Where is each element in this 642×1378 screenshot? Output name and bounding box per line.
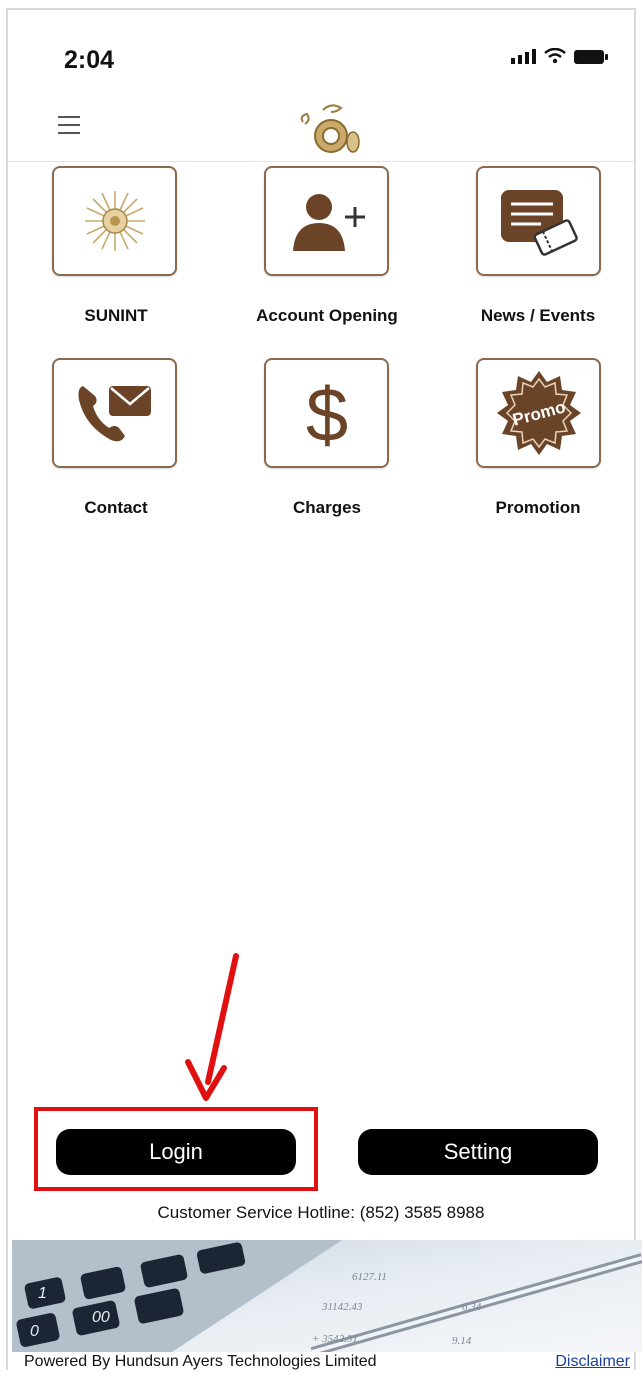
header-divider [8, 161, 634, 162]
add-user-icon [292, 194, 365, 251]
news-events-tile[interactable] [476, 166, 601, 276]
annotation-arrow [185, 953, 239, 1101]
svg-text:$: $ [305, 373, 347, 453]
account-opening-label: Account Opening [256, 306, 398, 325]
hamburger-menu-icon[interactable] [58, 116, 80, 136]
promo-badge-icon: Promo [496, 371, 581, 455]
status-time: 2:04 [64, 46, 115, 74]
calculator-banner-image: 1000 6127.1131142.43 + 3542.316,349.14 [12, 1240, 642, 1352]
disclaimer-link[interactable]: Disclaimer [555, 1353, 630, 1371]
signal-icon [511, 48, 536, 64]
charges-tile[interactable]: $ [264, 358, 389, 468]
svg-text:6,34: 6,34 [462, 1301, 482, 1313]
svg-text:00: 00 [92, 1309, 110, 1326]
promotion-tile[interactable]: Promo [476, 358, 601, 468]
svg-text:9.14: 9.14 [452, 1335, 472, 1347]
svg-text:6127.11: 6127.11 [352, 1271, 387, 1283]
news-ticket-icon [500, 190, 578, 256]
dragon-coin-logo [300, 104, 360, 153]
account-opening-tile[interactable] [264, 166, 389, 276]
status-icons [511, 48, 608, 64]
login-button[interactable]: Login [56, 1129, 296, 1175]
news-events-label: News / Events [480, 306, 596, 325]
sunint-label: SUNINT [84, 306, 148, 325]
contact-label: Contact [84, 498, 148, 517]
wifi-icon [544, 48, 566, 64]
setting-button[interactable]: Setting [358, 1129, 598, 1175]
battery-icon [574, 50, 608, 64]
hotline-text: Customer Service Hotline: (852) 3585 898… [157, 1203, 485, 1222]
svg-text:1: 1 [38, 1285, 47, 1302]
svg-text:+ 3542.31: + 3542.31 [312, 1333, 358, 1345]
contact-tile[interactable] [52, 358, 177, 468]
phone-mail-icon [78, 386, 151, 442]
svg-text:0: 0 [30, 1323, 39, 1340]
sunint-tile[interactable] [52, 166, 177, 276]
powered-by-text: Powered By Hundsun Ayers Technologies Li… [24, 1353, 377, 1370]
sun-emblem-icon [84, 191, 145, 251]
dollar-icon: $ [305, 373, 347, 453]
charges-label: Charges [292, 498, 362, 517]
promotion-label: Promotion [495, 498, 581, 517]
svg-text:31142.43: 31142.43 [321, 1301, 363, 1313]
